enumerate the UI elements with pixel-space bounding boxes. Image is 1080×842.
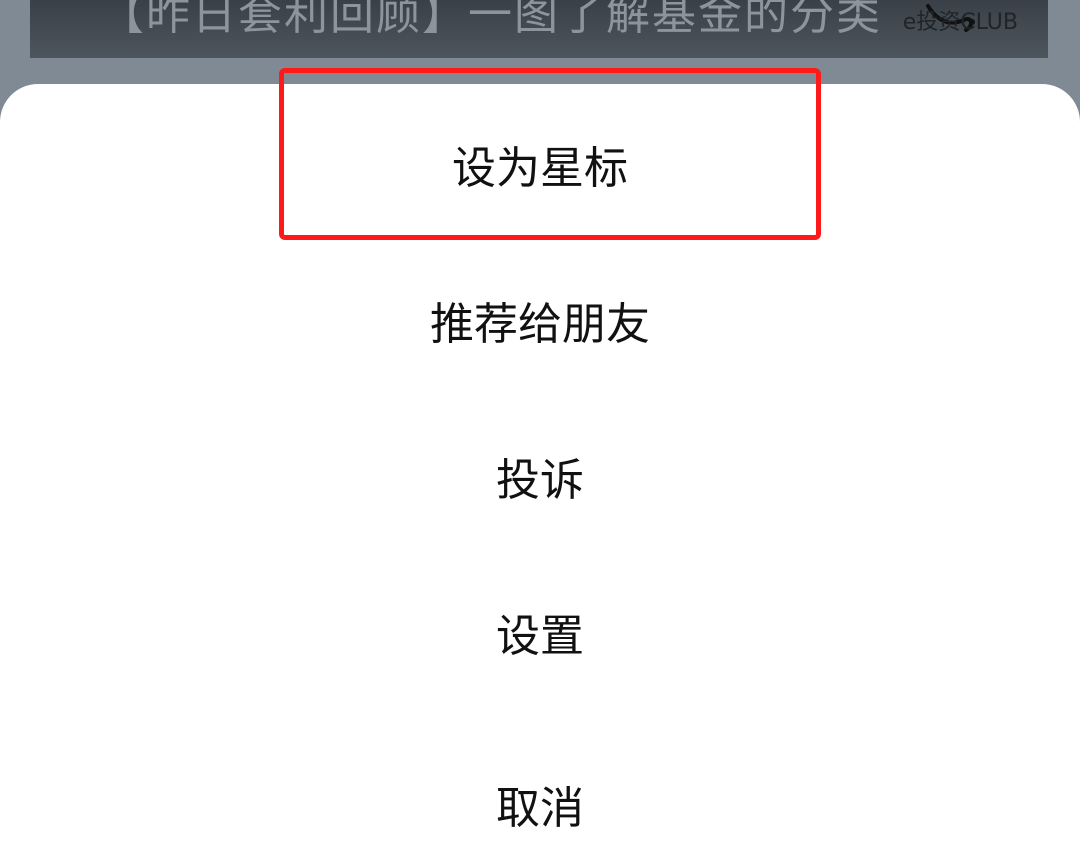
article-title: 【昨日套利回顾】一图了解基金的分类 [100, 0, 882, 40]
settings-button[interactable]: 设置 [0, 582, 1080, 682]
watermark-text: e投资CLUB [902, 10, 1018, 35]
recommend-to-friend-button[interactable]: 推荐给朋友 [0, 270, 1080, 370]
cancel-button[interactable]: 取消 [0, 754, 1080, 842]
report-button[interactable]: 投诉 [0, 426, 1080, 526]
set-star-button[interactable]: 设为星标 [0, 114, 1080, 214]
action-sheet: 设为星标 推荐给朋友 投诉 设置 取消 [0, 84, 1080, 842]
article-banner-image: 【昨日套利回顾】一图了解基金的分类 e投资CLUB [30, 0, 1048, 58]
screen: 【昨日套利回顾】一图了解基金的分类 e投资CLUB 设为星标 推荐给朋友 投诉 … [0, 0, 1080, 842]
